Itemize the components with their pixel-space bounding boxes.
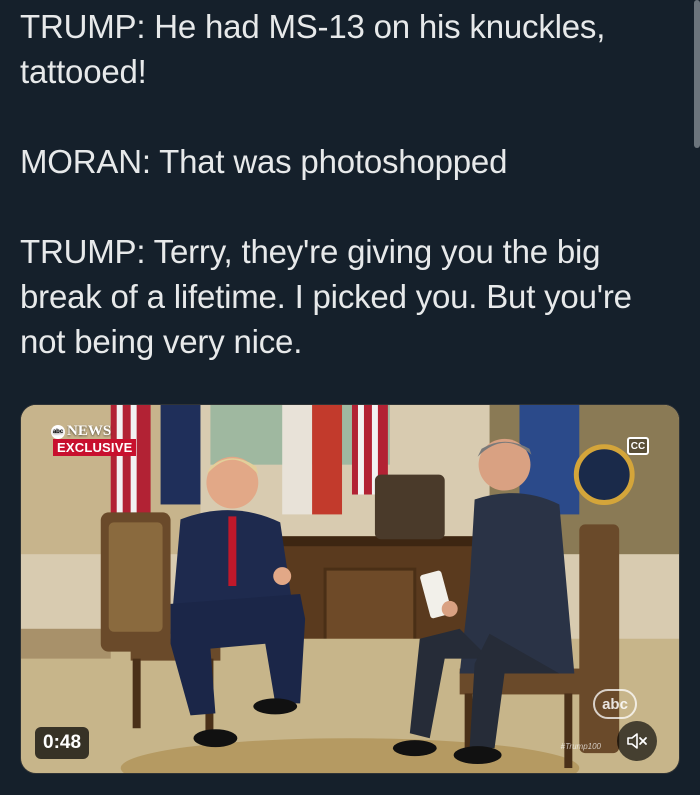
tweet-paragraph: TRUMP: Terry, they're giving you the big… bbox=[20, 233, 632, 360]
abc-badge: abc bbox=[51, 424, 65, 439]
mute-button[interactable] bbox=[617, 721, 657, 761]
hashtag-watermark: #Trump100 bbox=[560, 742, 601, 751]
tweet-text: TRUMP: He had MS-13 on his knuckles, tat… bbox=[20, 4, 680, 364]
video-player[interactable]: abc NEWS EXCLUSIVE CC abc #Trump100 0:48 bbox=[20, 404, 680, 774]
video-frame-image bbox=[21, 405, 679, 773]
speaker-muted-icon bbox=[627, 733, 647, 749]
scrollbar[interactable] bbox=[694, 0, 700, 148]
abc-watermark-logo: abc bbox=[593, 689, 637, 719]
exclusive-label: EXCLUSIVE bbox=[53, 439, 137, 456]
video-duration: 0:48 bbox=[35, 727, 90, 759]
tweet-paragraph: TRUMP: He had MS-13 on his knuckles, tat… bbox=[20, 8, 606, 90]
tweet-paragraph: MORAN: That was photoshopped bbox=[20, 143, 508, 180]
abc-news-logo: abc NEWS bbox=[51, 423, 111, 440]
news-label: NEWS bbox=[67, 423, 112, 439]
closed-captions-button[interactable]: CC bbox=[627, 437, 649, 455]
